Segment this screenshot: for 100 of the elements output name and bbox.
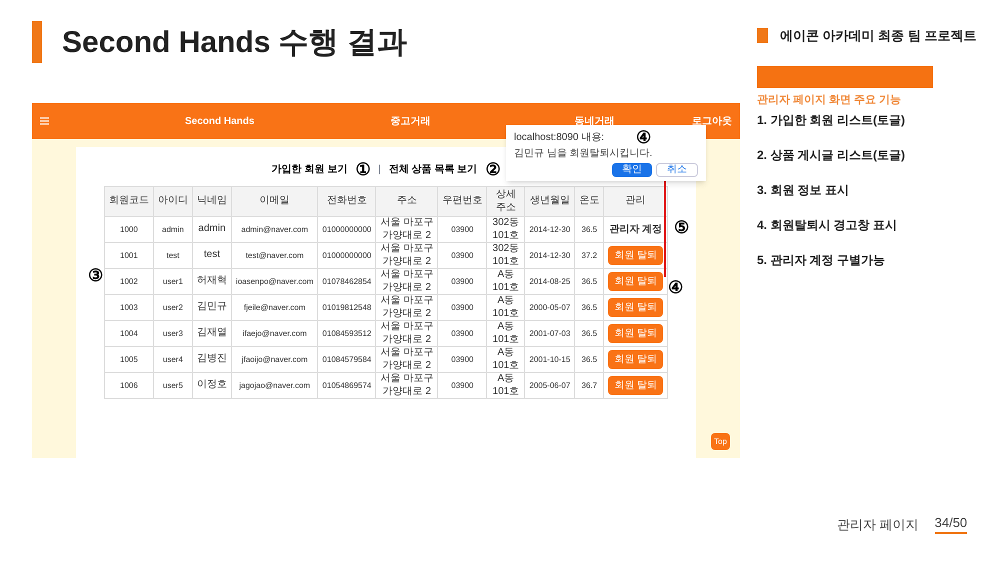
table-cell: 허재혁 [192,268,232,294]
annotation-number: ② [485,161,500,178]
nav-link[interactable]: 동네거래 [574,114,614,128]
table-cell: 서울 마포구 가양대로 2 [376,294,438,320]
table-cell: A동 101호 [486,268,525,294]
admin-account-label: 관리자 계정 [609,224,662,235]
section-label: 관리자 페이지 [837,516,919,534]
table-cell: 01078462854 [318,268,376,294]
withdraw-button[interactable]: 회원 탈퇴 [608,376,664,395]
table-cell: 302동 101호 [486,242,525,268]
top-button[interactable]: Top [711,433,730,450]
table-cell: jfaoijo@naver.com [231,346,318,372]
members-tab[interactable]: 가입한 회원 보기 [272,162,348,177]
table-cell: 36.5 [574,346,604,372]
table-cell: 김병진 [192,346,232,372]
table-cell: 302동 101호 [486,216,525,242]
menu-icon[interactable] [40,117,49,125]
column-header: 주소 [376,186,438,216]
withdraw-button[interactable]: 회원 탈퇴 [608,272,664,291]
table-cell: 36.5 [574,216,604,242]
column-header: 아이디 [153,186,192,216]
table-cell: 김재열 [192,320,232,346]
table-cell: 서울 마포구 가양대로 2 [376,346,438,372]
table-cell: 2014-12-30 [524,242,575,268]
column-header: 닉네임 [192,186,232,216]
table-cell: 서울 마포구 가양대로 2 [376,372,438,398]
table-cell: 36.5 [574,320,604,346]
logout-link[interactable]: 로그아웃 [692,114,732,128]
brand-link[interactable]: Second Hands [185,114,254,128]
title-marker [32,21,42,63]
withdraw-button[interactable]: 회원 탈퇴 [608,298,664,317]
dialog-origin: localhost:8090 내용: [514,131,604,145]
table-cell: 01019812548 [318,294,376,320]
table-cell: 김민규 [192,294,232,320]
table-cell: 03900 [438,372,487,398]
table-cell: 1006 [104,372,154,398]
table-cell: 03900 [438,216,487,242]
column-header: 이메일 [231,186,318,216]
table-cell: 2000-05-07 [524,294,575,320]
table-cell: test [153,242,192,268]
table-cell: 03900 [438,242,487,268]
table-cell: 36.5 [574,268,604,294]
table-cell: 서울 마포구 가양대로 2 [376,242,438,268]
table-cell: admin [192,216,232,242]
subtitle-marker [757,28,768,44]
table-cell: A동 101호 [486,372,525,398]
withdraw-button[interactable]: 회원 탈퇴 [608,246,664,265]
table-cell: user2 [153,294,192,320]
feature-item: 5. 관리자 계정 구별가능 [757,252,886,269]
table-cell: ifaejo@naver.com [231,320,318,346]
table-cell: 서울 마포구 가양대로 2 [376,216,438,242]
annotation-number: ⑤ [674,219,689,236]
column-header: 우편번호 [438,186,487,216]
annotation-number: ④ [668,279,683,296]
table-cell: user3 [153,320,192,346]
table-cell: 2005-06-07 [524,372,575,398]
products-tab[interactable]: 전체 상품 목록 보기 [388,162,478,177]
table-cell: A동 101호 [486,320,525,346]
table-cell: 1002 [104,268,154,294]
feature-item: 2. 상품 게시글 리스트(토글) [757,147,906,164]
table-cell: 01000000000 [318,242,376,268]
tab-separator: | [378,163,381,177]
feature-item: 1. 가입한 회원 리스트(토글) [757,112,906,129]
table-cell: 1004 [104,320,154,346]
table-cell: 03900 [438,268,487,294]
confirm-button[interactable]: 확인 [612,163,652,177]
table-cell: 1003 [104,294,154,320]
column-header: 생년월일 [524,186,575,216]
features-heading: 관리자 페이지 화면 주요 기능 [757,92,902,108]
table-cell: user4 [153,346,192,372]
slide-subtitle: 에이콘 아카데미 최종 팀 프로젝트 [780,27,976,45]
table-cell: 03900 [438,320,487,346]
cancel-button[interactable]: 취소 [656,163,698,177]
table-cell: admin [153,216,192,242]
table-cell: user5 [153,372,192,398]
feature-item: 3. 회원 정보 표시 [757,182,850,199]
annotation-number: ④ [636,129,652,146]
table-cell: test [192,242,232,268]
slide-title: Second Hands 수행 결과 [62,24,408,60]
table-cell: 36.5 [574,294,604,320]
table-cell: 01000000000 [318,216,376,242]
table-cell: A동 101호 [486,346,525,372]
annotation-number: ① [355,161,370,178]
withdraw-button[interactable]: 회원 탈퇴 [608,324,664,343]
table-cell: 01054869574 [318,372,376,398]
column-header: 관리 [604,186,668,216]
table-cell: ioasenpo@naver.com [231,268,318,294]
withdraw-button[interactable]: 회원 탈퇴 [608,350,664,369]
table-cell: 01084579584 [318,346,376,372]
table-cell: 1001 [104,242,154,268]
table-cell: 2014-12-30 [524,216,575,242]
table-cell: 2014-08-25 [524,268,575,294]
table-cell: 1005 [104,346,154,372]
feature-item: 4. 회원탈퇴시 경고창 표시 [757,217,898,234]
page-number: 34/50 [934,512,968,534]
table-cell: A동 101호 [486,294,525,320]
table-cell: user1 [153,268,192,294]
table-cell: 서울 마포구 가양대로 2 [376,268,438,294]
nav-link[interactable]: 중고거래 [390,114,430,128]
table-cell: 이정호 [192,372,232,398]
